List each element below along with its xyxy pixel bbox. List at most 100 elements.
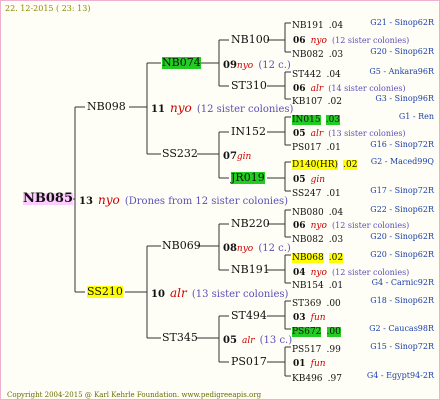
gen1-name-0: NB098	[87, 100, 126, 113]
gen2-info-1: 07gin	[223, 148, 251, 163]
gen4-row: KB496 .97 G4 - Egypt94-2R	[292, 370, 434, 385]
gen4-location: G1 - Ren	[398, 112, 434, 121]
gen4-row: SS247 .01 G17 - Sinop72R	[292, 185, 434, 200]
gen3-name-5: NB191	[231, 263, 270, 276]
gen4-year: .04	[326, 70, 341, 80]
gen4-row: ST369 .00 G18 - Sinop62R	[292, 295, 434, 310]
gen4-row: PS672 .00 G2 - Caucas98R	[292, 323, 434, 338]
gen4-name: SS247	[292, 189, 322, 199]
root-note: (Drones from 12 sister colonies)	[124, 196, 289, 207]
gen3-name-4: NB220	[231, 217, 270, 230]
gen3-year-2: 05	[293, 129, 306, 139]
gen4-name: NB154	[292, 281, 324, 291]
gen1-info-1: 10 alr (13 sister colonies)	[151, 286, 288, 301]
gen2-breed-0: nyo	[236, 61, 254, 71]
gen1-note-0: (12 sister colonies)	[196, 104, 294, 115]
gen4-year: .99	[326, 345, 341, 355]
gen4-row: NB080 .04 G22 - Sinop62R	[292, 204, 434, 219]
gen4-year: .04	[328, 208, 344, 218]
gen4-row: KB107 .02 G3 - Sinop96R	[292, 93, 434, 108]
pedigree-panel: 22. 12-2015 ( 23: 13) NB085 13 nyo (Dron…	[0, 0, 440, 400]
root-breed: nyo	[98, 193, 120, 207]
gen3-info-2: 05 alr (13 sister colonies)	[293, 125, 406, 140]
gen3-note-5: (12 sister colonies)	[332, 268, 410, 277]
gen4-row: PS017 .01 G16 - Sinop72R	[292, 139, 434, 154]
gen3-name-6: ST494	[231, 309, 267, 322]
gen4-location: G3 - Sinop96R	[375, 94, 434, 103]
gen4-year: .00	[326, 327, 341, 337]
gen2-name-1: SS232	[162, 147, 198, 160]
date-label: 22. 12-2015 ( 23: 13)	[5, 4, 91, 13]
gen2-name-2: NB069	[162, 239, 201, 252]
gen4-row: NB154 .01 G4 - Carnic92R	[292, 277, 434, 292]
gen2-info-2: 08nyo (12 c.)	[223, 240, 291, 255]
gen4-name: KB496	[292, 374, 323, 384]
gen4-location: G4 - Egypt94-2R	[366, 371, 434, 380]
gen1-year-1: 10	[151, 289, 165, 300]
gen3-name-1: ST310	[231, 79, 267, 92]
gen4-row: NB191 .04 G21 - Sinop62R	[292, 17, 434, 32]
gen2-year-3: 05	[223, 335, 237, 346]
gen3-name-7: PS017	[231, 355, 267, 368]
gen4-year: .03	[328, 235, 344, 245]
gen3-year-3: 05	[293, 175, 306, 185]
gen3-info-7: 01 fun	[293, 355, 326, 370]
gen1-name-1: SS210	[87, 285, 123, 298]
gen4-year: .03	[328, 50, 344, 60]
gen2-note-0: (12 c.)	[258, 60, 291, 71]
gen4-location: G17 - Sinop72R	[370, 186, 434, 195]
gen4-row: NB068 .02 G20 - Sinop62R	[292, 249, 434, 264]
gen4-location: G22 - Sinop62R	[370, 205, 434, 214]
gen2-note-3: (13 c.)	[259, 335, 293, 346]
gen4-year: .00	[326, 299, 341, 309]
copyright-footer: Copyright 2004-2015 @ Karl Kehrle Founda…	[7, 391, 262, 399]
gen3-year-6: 03	[293, 313, 306, 323]
gen1-info-0: 11 nyo (12 sister colonies)	[151, 101, 293, 116]
gen4-year: .01	[326, 189, 341, 199]
gen2-name-3: ST345	[162, 331, 198, 344]
gen4-year: .03	[325, 115, 341, 125]
gen4-location: G2 - Caucas98R	[369, 324, 434, 333]
gen3-year-7: 01	[293, 359, 306, 369]
gen4-row: NB082 .03 G20 - Sinop62R	[292, 46, 434, 61]
gen3-info-4: 06 nyo (12 sister colonies)	[293, 217, 409, 232]
gen4-location: G5 - Ankara96R	[369, 67, 434, 76]
gen2-year-1: 07	[223, 151, 237, 162]
gen4-name: KB107	[292, 97, 323, 107]
gen3-name-2: IN152	[231, 125, 266, 138]
gen1-breed-1: alr	[170, 286, 187, 300]
gen4-name: NB191	[292, 21, 324, 31]
root-queen-name: NB085	[23, 191, 74, 206]
gen4-year: .04	[328, 21, 344, 31]
gen3-name-0: NB100	[231, 33, 270, 46]
gen3-note-1: (14 sister colonies)	[328, 84, 406, 93]
gen4-name: NB068	[292, 253, 324, 263]
gen4-location: G20 - Sinop62R	[370, 232, 434, 241]
gen4-year: .02	[343, 160, 358, 170]
gen4-name: PS517	[292, 345, 322, 355]
gen1-year-0: 11	[151, 104, 165, 115]
gen4-row: ST442 .04 G5 - Ankara96R	[292, 66, 434, 81]
gen2-name-0: NB074	[162, 56, 201, 69]
gen4-location: G4 - Carnic92R	[371, 278, 434, 287]
root-year: 13	[79, 196, 93, 207]
gen4-name: PS017	[292, 143, 322, 153]
gen3-note-2: (13 sister colonies)	[328, 129, 406, 138]
gen4-location: G20 - Sinop62R	[370, 47, 434, 56]
gen2-info-0: 09nyo (12 c.)	[223, 57, 291, 72]
gen3-year-4: 06	[293, 221, 306, 231]
gen4-name: NB080	[292, 208, 324, 218]
gen4-name: NB082	[292, 235, 324, 245]
gen2-note-2: (12 c.)	[258, 243, 291, 254]
gen4-location: G15 - Sinop72R	[370, 342, 434, 351]
gen3-info-0: 06 nyo (12 sister colonies)	[293, 32, 409, 47]
gen4-location: G20 - Sinop62R	[370, 250, 434, 259]
gen4-row: IN015 .03 G1 - Ren	[292, 111, 434, 126]
gen4-row: D140(HR) .02 G2 - Maced99Q	[292, 156, 434, 171]
gen4-location: G2 - Maced99Q	[370, 157, 434, 166]
gen4-location: G16 - Sinop72R	[370, 140, 434, 149]
root-queen-info: 13 nyo (Drones from 12 sister colonies)	[79, 193, 288, 208]
gen4-year: .01	[328, 281, 344, 291]
gen4-row: NB082 .03 G20 - Sinop62R	[292, 231, 434, 246]
gen3-note-4: (12 sister colonies)	[332, 221, 410, 230]
